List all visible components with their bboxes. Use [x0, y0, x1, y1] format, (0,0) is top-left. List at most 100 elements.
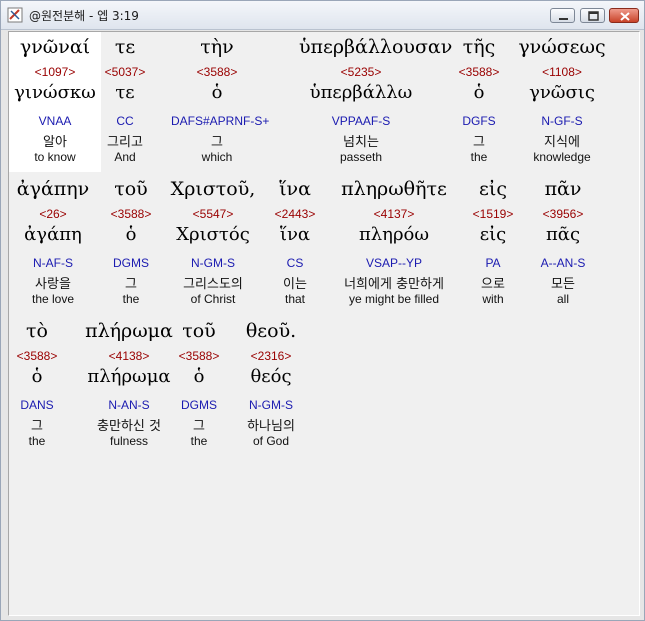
word-cell[interactable]: γνώσεως <1108> γνῶσις N-GF-S 지식에 knowledge — [516, 32, 608, 172]
word-strong-number: <5547> — [192, 207, 234, 221]
word-parsing: N-GF-S — [541, 114, 583, 128]
word-korean: 하나님의 — [247, 419, 295, 434]
word-lemma: ὁ — [211, 82, 223, 103]
word-lemma: ἀγάπη — [24, 224, 82, 245]
word-strong-number: <3588> — [196, 65, 238, 79]
word-english: the — [28, 434, 46, 448]
maximize-icon — [588, 11, 599, 21]
word-parsing: DGMS — [181, 398, 217, 412]
word-greek: Χριστοῦ, — [170, 178, 256, 200]
close-button[interactable] — [609, 8, 639, 23]
close-icon — [620, 12, 630, 21]
word-strong-number: <5235> — [340, 65, 382, 79]
word-parsing: CC — [116, 114, 134, 128]
word-strong-number: <4137> — [373, 207, 415, 221]
word-lemma: ὑπερβάλλω — [309, 82, 413, 103]
word-greek: ἀγάπην — [16, 178, 90, 200]
word-greek: πληρωθῆτε — [341, 178, 447, 200]
word-greek: τὴν — [200, 36, 234, 58]
word-lemma: θεός — [250, 366, 292, 387]
word-strong-number: <3588> — [110, 207, 152, 221]
word-korean: 그 — [193, 419, 205, 434]
word-parsing: VSAP--YP — [365, 256, 422, 270]
word-korean: 그 — [473, 135, 485, 150]
word-greek: τε — [114, 36, 136, 58]
word-cell[interactable]: ὑπερβάλλουσαν <5235> ὑπερβάλλω VPPAAF-S 넘치는 p… — [299, 32, 453, 172]
word-lemma: ὁ — [193, 366, 205, 387]
word-strong-number: <3588> — [178, 349, 220, 363]
word-greek: γνώσεως — [518, 36, 606, 58]
word-english: the — [470, 150, 488, 164]
word-parsing: N-AF-S — [33, 256, 73, 270]
word-english: of God — [252, 434, 290, 448]
minimize-button[interactable] — [550, 8, 575, 23]
interlinear-panel: γνῶναί <1097> γινώσκω VNAA 알아 to know τε <5037>… — [8, 31, 640, 616]
word-korean: 너희에게 충만하게 — [344, 277, 444, 292]
word-korean: 그 — [31, 419, 43, 434]
word-greek: θεοῦ. — [245, 320, 297, 342]
word-parsing: N-GM-S — [249, 398, 293, 412]
word-parsing: DGMS — [113, 256, 149, 270]
word-greek: ὑπερβάλλουσαν — [299, 36, 453, 58]
word-strong-number: <26> — [39, 207, 67, 221]
word-english: And — [114, 150, 136, 164]
word-strong-number: <3956> — [542, 207, 584, 221]
word-cell[interactable]: πᾶν <3956> πᾶς A--AN-S 모든 all — [519, 174, 607, 314]
app-window: @원전분해 - 엡 3:19 γνῶναί <1097> γινώσκω VNAA 알아… — [0, 0, 645, 621]
word-cell[interactable]: τὴν <3588> ὁ DAFS#APRNF-S+ 그 which — [171, 32, 270, 172]
word-cell[interactable]: τοῦ <3588> ὁ DGMS 그 the — [163, 316, 235, 456]
minimize-icon — [559, 18, 568, 20]
word-greek: πᾶν — [544, 178, 582, 200]
word-parsing: VPPAAF-S — [331, 114, 391, 128]
word-korean: 사랑을 — [35, 277, 71, 292]
word-strong-number: <3588> — [16, 349, 58, 363]
word-parsing: DGFS — [462, 114, 496, 128]
word-english: knowledge — [533, 150, 591, 164]
word-korean: 넘치는 — [343, 135, 379, 150]
word-english: the love — [31, 292, 75, 306]
word-strong-number: <3588> — [458, 65, 500, 79]
word-korean: 지식에 — [544, 135, 580, 150]
word-korean: 그리고 — [107, 135, 143, 150]
app-icon[interactable] — [7, 7, 23, 23]
word-lemma: πληρόω — [358, 224, 430, 245]
word-english: the — [190, 434, 208, 448]
maximize-button[interactable] — [580, 8, 605, 23]
word-lemma: πᾶς — [545, 224, 581, 245]
word-cell[interactable]: τῆς <3588> ὁ DGFS 그 the — [439, 32, 519, 172]
word-lemma: ὁ — [31, 366, 43, 387]
word-strong-number: <5037> — [104, 65, 146, 79]
word-cell[interactable]: Χριστοῦ, <5547> Χριστός N-GM-S 그리스도의 of Chris… — [167, 174, 259, 314]
word-english: all — [556, 292, 569, 306]
word-lemma: Χριστός — [176, 224, 250, 245]
word-english: the — [122, 292, 140, 306]
word-parsing: DAFS#APRNF-S+ — [171, 114, 270, 128]
word-korean: 그리스도의 — [183, 277, 243, 292]
word-parsing: N-GM-S — [191, 256, 235, 270]
word-greek: τοῦ — [182, 320, 216, 342]
word-lemma: ὁ — [125, 224, 137, 245]
title-bar[interactable]: @원전분해 - 엡 3:19 — [1, 1, 644, 30]
word-strong-number: <2316> — [250, 349, 292, 363]
word-strong-number: <1108> — [542, 65, 582, 79]
word-english: passeth — [339, 150, 383, 164]
word-english: of Christ — [190, 292, 236, 306]
word-korean: 모든 — [551, 277, 575, 292]
word-cell[interactable]: θεοῦ. <2316> θεός N-GM-S 하나님의 of God — [231, 316, 311, 456]
word-cell[interactable]: ἀγάπην <26> ἀγάπη N-AF-S 사랑을 the love — [9, 174, 97, 314]
word-cell[interactable]: τὸ <3588> ὁ DANS 그 the — [9, 316, 65, 456]
word-english: ye might be filled — [348, 292, 440, 306]
word-cell[interactable]: πληρωθῆτε <4137> πληρόω VSAP--YP 너희에게 충만하게 ye… — [323, 174, 465, 314]
word-cell[interactable]: τοῦ <3588> ὁ DGMS 그 the — [89, 174, 173, 314]
word-greek: τὸ — [26, 320, 48, 342]
word-greek: τῆς — [462, 36, 496, 58]
word-korean: 그 — [211, 135, 223, 150]
word-english: which — [201, 150, 233, 164]
window-title: @원전분해 - 엡 3:19 — [29, 9, 139, 23]
word-lemma: ὁ — [473, 82, 485, 103]
word-lemma: τε — [115, 82, 135, 103]
word-parsing: A--AN-S — [540, 256, 586, 270]
word-lemma: γνῶσις — [529, 82, 595, 103]
word-cell[interactable]: τε <5037> τε CC 그리고 And — [79, 32, 171, 172]
word-parsing: DANS — [20, 398, 54, 412]
